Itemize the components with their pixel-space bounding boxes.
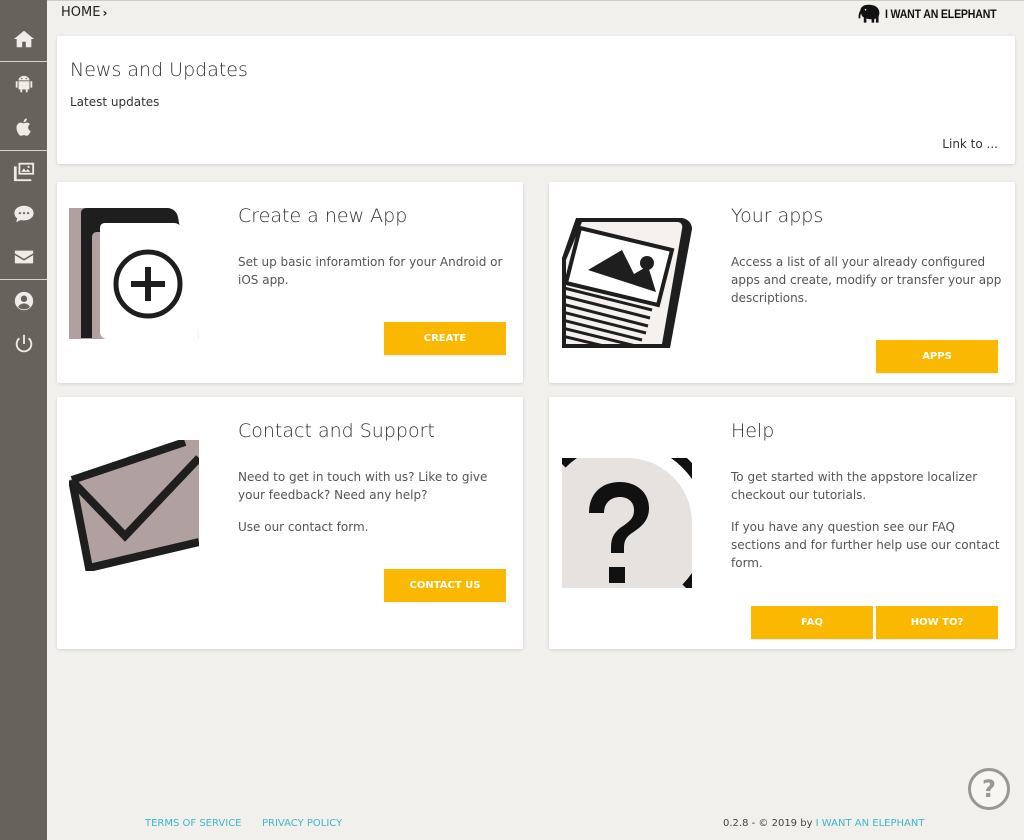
- app-description-icon: [562, 218, 692, 348]
- help-text: To get started with the appstore localiz…: [731, 468, 1006, 572]
- breadcrumb-home[interactable]: HOME: [61, 5, 100, 20]
- your-apps-text: Access a list of all your already config…: [731, 255, 1002, 305]
- elephant-icon: [858, 4, 880, 23]
- contact-support-text: Need to get in touch with us? Like to gi…: [238, 468, 513, 536]
- create-app-title: Create a new App: [238, 205, 408, 227]
- your-apps-card: Your apps Access a list of all your alre…: [549, 182, 1015, 383]
- breadcrumb: HOME ›: [61, 5, 107, 20]
- sidebar-item-android[interactable]: [0, 64, 47, 104]
- sidebar: [0, 0, 47, 840]
- android-icon: [15, 74, 32, 93]
- footer-brand-link[interactable]: I WANT AN ELEPHANT: [816, 818, 925, 829]
- sidebar-divider: [0, 61, 47, 62]
- help-title: Help: [731, 420, 775, 442]
- user-icon: [14, 291, 33, 311]
- chevron-right-icon: ›: [102, 5, 108, 20]
- terms-of-service-link[interactable]: TERMS OF SERVICE: [145, 818, 242, 829]
- privacy-policy-link[interactable]: PRIVACY POLICY: [262, 818, 342, 829]
- sidebar-item-profile[interactable]: [0, 281, 47, 321]
- sidebar-item-home[interactable]: [0, 19, 47, 59]
- sidebar-item-apple[interactable]: [0, 107, 47, 147]
- sidebar-item-mail[interactable]: [0, 237, 47, 277]
- faq-button[interactable]: FAQ: [751, 606, 873, 639]
- top-bar: HOME › I WANT AN ELEPHANT: [47, 0, 1024, 28]
- gallery-icon: [13, 162, 34, 182]
- how-to-button[interactable]: HOW TO?: [876, 606, 998, 639]
- sidebar-item-chat[interactable]: [0, 194, 47, 234]
- sidebar-divider: [0, 279, 47, 280]
- news-title: News and Updates: [70, 59, 248, 81]
- mail-icon: [14, 250, 33, 264]
- contact-support-title: Contact and Support: [238, 420, 435, 442]
- help-card: Help To get started with the appstore lo…: [549, 397, 1015, 649]
- envelope-icon: [69, 440, 199, 571]
- add-app-icon: [69, 208, 199, 339]
- power-icon: [15, 334, 32, 353]
- news-card: News and Updates Latest updates Link to …: [57, 36, 1015, 164]
- create-app-text: Set up basic inforamtion for your Androi…: [238, 255, 503, 287]
- home-icon: [13, 30, 34, 48]
- help-text-2: If you have any question see our FAQ sec…: [731, 520, 1000, 570]
- contact-us-button[interactable]: CONTACT US: [384, 569, 506, 602]
- create-button[interactable]: CREATE: [384, 322, 506, 355]
- contact-support-text-2: Use our contact form.: [238, 520, 369, 534]
- news-link[interactable]: Link to ...: [942, 137, 998, 151]
- brand-name: I WANT AN ELEPHANT: [885, 7, 997, 21]
- brand-logo[interactable]: I WANT AN ELEPHANT: [856, 3, 1012, 25]
- contact-support-text-1: Need to get in touch with us? Like to gi…: [238, 470, 488, 502]
- apple-icon: [15, 118, 31, 136]
- help-glyph: ?: [982, 775, 996, 803]
- contact-support-card: Contact and Support Need to get in touch…: [57, 397, 523, 649]
- apps-button[interactable]: APPS: [876, 340, 998, 373]
- create-app-card: Create a new App Set up basic inforamtio…: [57, 182, 523, 383]
- copyright-text: 0.2.8 - © 2019 by: [723, 818, 813, 829]
- news-subtitle: Latest updates: [70, 95, 160, 109]
- sidebar-item-gallery[interactable]: [0, 151, 47, 191]
- sidebar-item-logout[interactable]: [0, 324, 47, 364]
- chat-icon: [13, 205, 34, 223]
- question-mark-icon: [562, 458, 692, 588]
- your-apps-title: Your apps: [731, 205, 824, 227]
- help-icon[interactable]: ?: [968, 768, 1010, 810]
- footer-copyright: 0.2.8 - © 2019 by I WANT AN ELEPHANT: [723, 818, 924, 829]
- help-text-1: To get started with the appstore localiz…: [731, 470, 978, 502]
